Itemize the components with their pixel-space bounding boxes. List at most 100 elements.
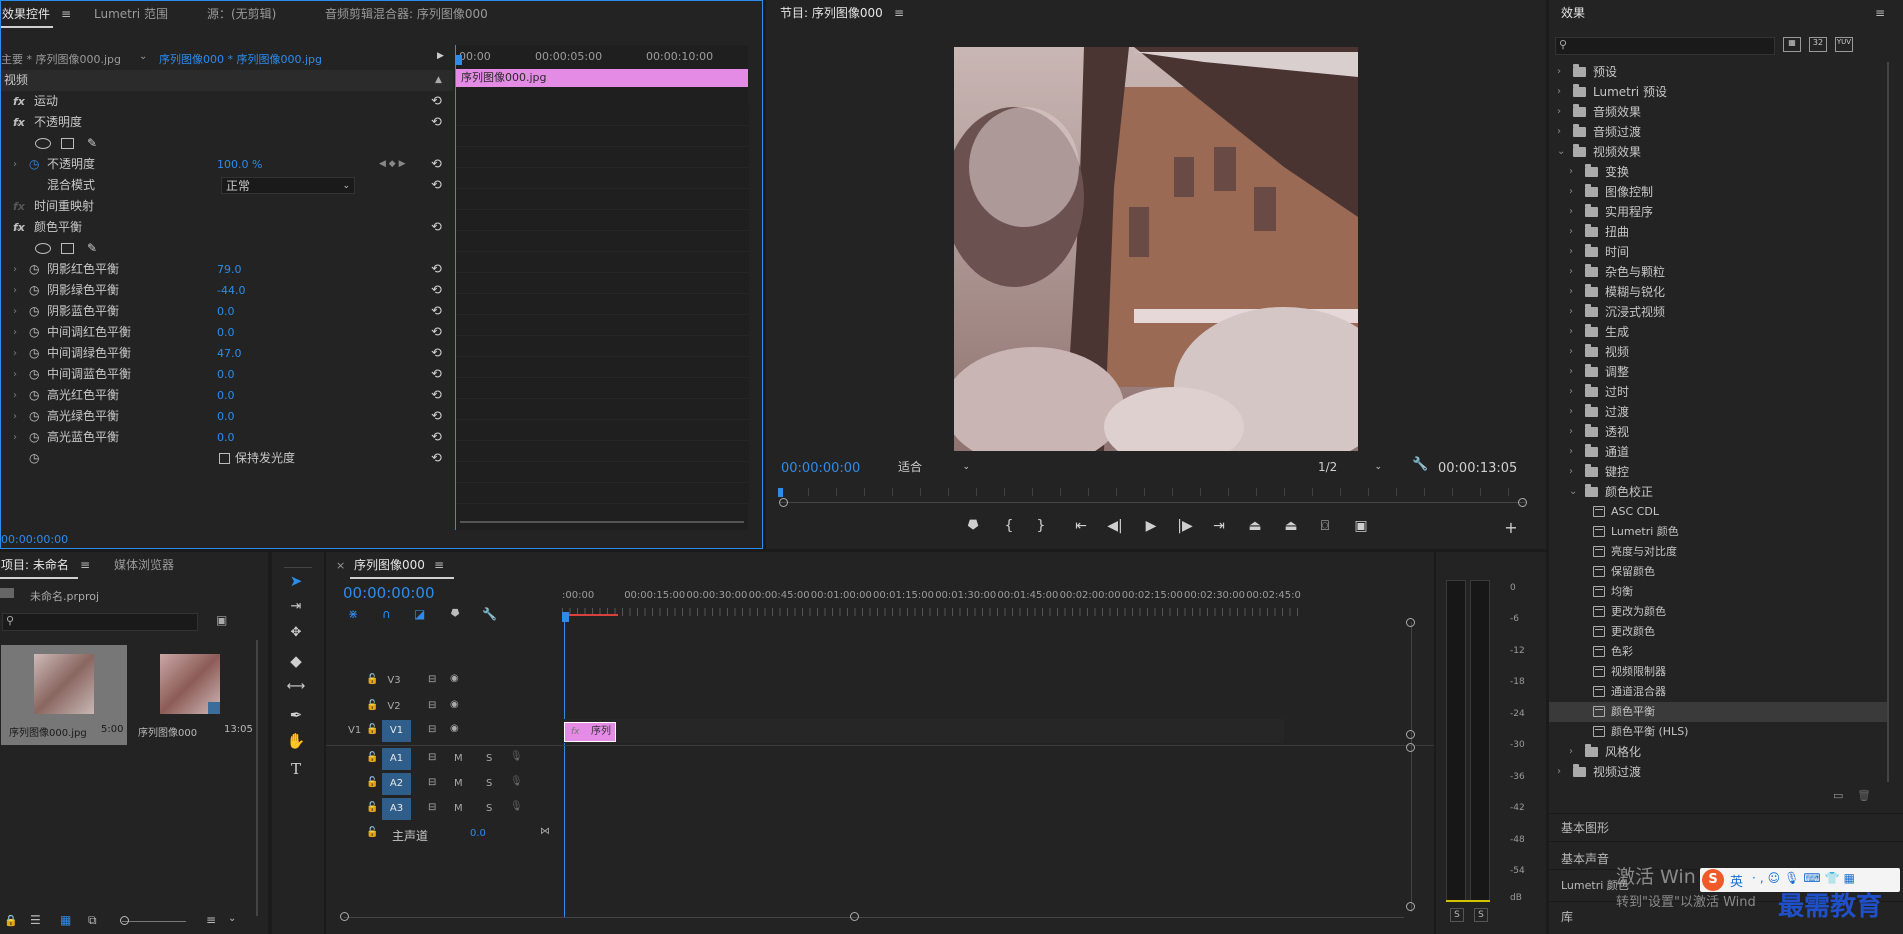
chevron-right-icon[interactable]: › [1569,282,1573,302]
meter-solo-left[interactable]: S [1450,908,1464,922]
track-select-tool-icon[interactable]: ⇥ [284,596,308,618]
program-playhead[interactable] [778,488,783,497]
fx-badge[interactable]: fx [13,112,25,133]
snap-icon[interactable]: ∩ [382,607,391,621]
effects-panel-title[interactable]: 效果 [1561,0,1585,26]
track-label[interactable]: V2 [382,701,406,712]
reset-icon[interactable]: ⟲ [431,322,442,343]
stopwatch-icon[interactable]: ◷ [29,385,39,406]
track-label[interactable]: A2 [382,773,411,795]
linked-selection-icon[interactable]: ◪ [414,607,425,621]
zoom-slider[interactable] [122,921,186,922]
fx-badge[interactable]: fx [13,91,25,112]
timeline-clip[interactable]: fx 序列 [564,722,616,742]
param-row[interactable]: › ◷ 中间调绿色平衡 47.0 ⟲ [1,343,453,364]
timeline-v-scroll[interactable] [1411,622,1412,912]
ime-icons[interactable]: ·,☺🎙⌨👕▦ [1752,871,1859,885]
chevron-down-icon[interactable]: ⌄ [1569,482,1577,502]
chevron-right-icon[interactable]: › [1569,262,1573,282]
meter-solo-right[interactable]: S [1474,908,1488,922]
accelerated-effects-icon[interactable]: ▦ [1783,37,1801,52]
chevron-right-icon[interactable]: › [1569,462,1573,482]
32bit-effects-icon[interactable]: 32 [1809,37,1827,52]
solo-button[interactable]: S [486,803,492,814]
effects-tree-item[interactable]: 颜色平衡 [1549,702,1889,722]
effects-tree-item[interactable]: › 视频 [1549,342,1889,362]
param-row[interactable]: › ◷ 阴影绿色平衡 -44.0 ⟲ [1,280,453,301]
sync-lock-icon[interactable]: ⊟ [428,752,436,763]
yuv-effects-icon[interactable]: YUV [1835,37,1853,52]
chevron-right-icon[interactable]: › [1569,442,1573,462]
effects-tree-item[interactable]: 通道混合器 [1549,682,1889,702]
effects-tree-item[interactable]: 色彩 [1549,642,1889,662]
effects-tree-item[interactable]: › 过渡 [1549,402,1889,422]
stopwatch-icon[interactable]: ◷ [29,427,39,448]
stopwatch-icon[interactable]: ◷ [29,364,39,385]
tab-audio-clip-mixer[interactable]: 音频剪辑混合器: 序列图像000 [325,1,488,27]
pen-mask-icon[interactable]: ✎ [87,238,97,259]
chevron-right-icon[interactable]: › [1569,422,1573,442]
ripple-edit-tool-icon[interactable]: ✥ [284,622,308,644]
effects-tree-item[interactable]: › 沉浸式视频 [1549,302,1889,322]
scroll-handle[interactable] [1406,730,1415,739]
effects-tree-item[interactable]: › 图像控制 [1549,182,1889,202]
panel-essential-sound[interactable]: 基本声音 [1549,841,1903,869]
effects-tree-item[interactable]: › 音频效果 [1549,102,1889,122]
master-bracket-icon[interactable]: ⋈ [540,826,550,837]
project-item-sequence[interactable]: 序列图像000 13:05 [134,645,254,745]
wrench-icon[interactable]: 🔧 [1412,457,1428,472]
effects-tree-item[interactable]: › 过时 [1549,382,1889,402]
effects-tree-item[interactable]: › 扭曲 [1549,222,1889,242]
rect-mask-icon[interactable] [61,243,74,254]
chevron-right-icon[interactable]: › [1557,62,1561,82]
mini-scrollbar[interactable] [460,521,744,523]
fit-select[interactable]: 适合 ⌄ [894,458,974,476]
stopwatch-icon[interactable]: ◷ [29,280,39,301]
lift-icon[interactable]: ⏏ [1244,518,1266,534]
effects-tree-item[interactable]: › 视频过渡 [1549,762,1889,782]
reset-icon[interactable]: ⟲ [431,280,442,301]
chevron-right-icon[interactable]: › [1557,82,1561,102]
tab-effect-controls[interactable]: 效果控件 [2,1,50,27]
chevron-right-icon[interactable]: › [1569,242,1573,262]
mini-clip[interactable]: 序列图像000.jpg [456,69,748,87]
step-back-icon[interactable]: ◀| [1104,518,1126,534]
effects-tree-item[interactable]: 颜色平衡 (HLS) [1549,722,1889,742]
tab-project[interactable]: 项目: 未命名 [1,552,69,578]
ellipse-mask-icon[interactable] [35,138,51,149]
pen-mask-icon[interactable]: ✎ [87,133,97,154]
effects-tree-item[interactable]: 视频限制器 [1549,662,1889,682]
scroll-handle[interactable] [340,912,349,921]
stopwatch-icon[interactable]: ◷ [29,406,39,427]
param-row[interactable]: › ◷ 高光蓝色平衡 0.0 ⟲ [1,427,453,448]
effects-tree-item[interactable]: › 音频过渡 [1549,122,1889,142]
chevron-down-icon[interactable]: ⌄ [228,913,236,924]
keyframe-nav-icon[interactable]: ◀ ◆ ▶ [379,154,406,175]
insert-sequence-icon[interactable]: ⋇ [348,607,358,621]
effect-color-balance[interactable]: ⌄ fx 颜色平衡 ⟲ [1,217,453,238]
eye-icon[interactable]: ◉ [450,673,459,684]
timeline-ruler[interactable]: :00:00 00:00:15:00 00:00:30:00 00:00:45:00 0… [562,590,1302,618]
lock-icon[interactable]: 🔒 [4,914,18,927]
effects-tree-item[interactable]: › 时间 [1549,242,1889,262]
chevron-right-icon[interactable]: › [1569,362,1573,382]
comparison-view-icon[interactable]: ▣ [1350,518,1372,534]
tab-sequence[interactable]: 序列图像000 [354,552,425,578]
reset-icon[interactable]: ⟲ [431,91,442,112]
effects-tree-item[interactable]: › 模糊与锐化 [1549,282,1889,302]
export-frame-icon[interactable]: ⌼ [1314,518,1336,534]
mark-out-icon[interactable]: } [1030,518,1052,534]
effects-scrollbar[interactable] [1887,62,1889,782]
pen-tool-icon[interactable]: ✒ [284,704,308,726]
param-row[interactable]: › ◷ 中间调蓝色平衡 0.0 ⟲ [1,364,453,385]
sync-lock-icon[interactable]: ⊟ [428,777,436,788]
program-monitor-title[interactable]: 节目: 序列图像000 [780,0,883,26]
chevron-right-icon[interactable]: › [1569,342,1573,362]
chevron-right-icon[interactable]: › [1569,322,1573,342]
panel-menu-icon[interactable]: ≡ [1875,6,1885,20]
lock-icon[interactable]: 🔓 [366,752,378,763]
lock-icon[interactable]: 🔓 [366,777,378,788]
new-bin-from-search-icon[interactable]: ▣ [216,613,227,627]
param-row[interactable]: › ◷ 阴影红色平衡 79.0 ⟲ [1,259,453,280]
extract-icon[interactable]: ⏏ [1280,518,1302,534]
